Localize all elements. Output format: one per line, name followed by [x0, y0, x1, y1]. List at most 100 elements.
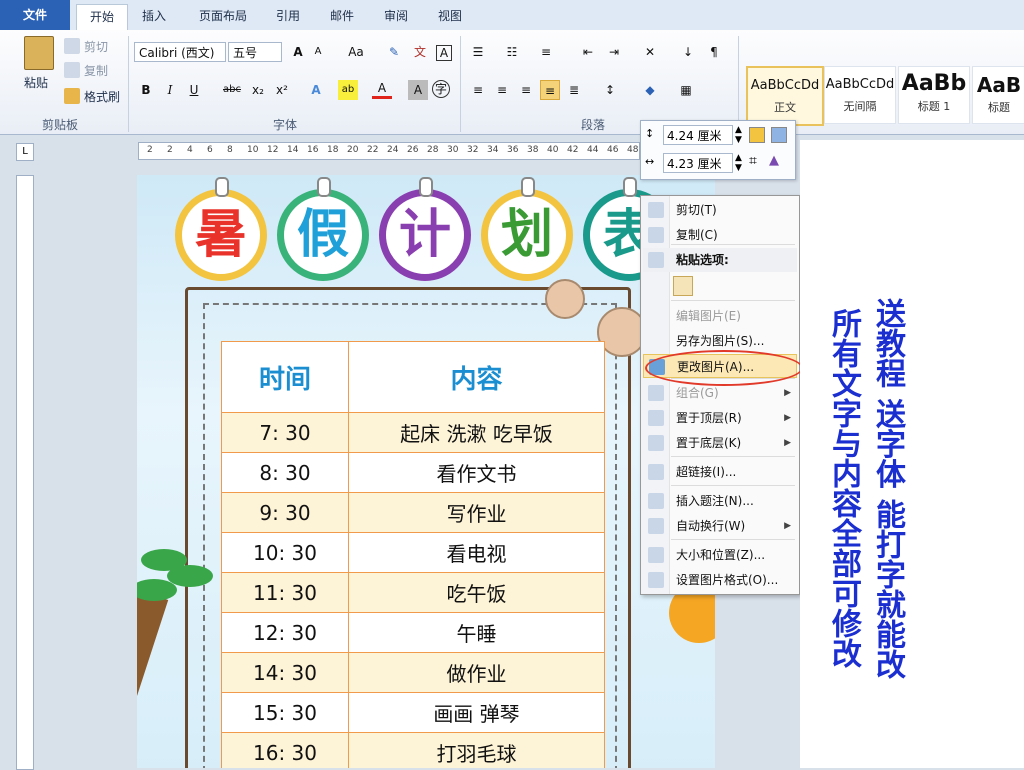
title-char[interactable]: 暑 — [175, 189, 267, 281]
table-row[interactable]: 14: 30 做作业 — [221, 652, 605, 693]
paste-icon[interactable] — [24, 36, 54, 70]
menu-item[interactable]: 编辑图片(E) — [643, 304, 797, 328]
font-size-combo[interactable]: 五号 — [228, 42, 282, 62]
borders-icon[interactable]: ▦ — [676, 80, 696, 100]
align-right-icon[interactable]: ≡ — [516, 80, 536, 100]
cut-button[interactable]: 剪切 — [84, 38, 108, 55]
copy-icon — [64, 62, 80, 78]
paste-keep-format-icon[interactable] — [673, 276, 693, 296]
underline-button[interactable]: U — [184, 80, 204, 100]
menu-item[interactable]: 自动换行(W) ▶ — [643, 514, 797, 538]
char-border-icon[interactable]: A — [436, 45, 452, 61]
menu-item[interactable]: 组合(G) ▶ — [643, 381, 797, 405]
increase-indent-icon[interactable]: ⇥ — [604, 42, 624, 62]
activity-cell: 午睡 — [348, 612, 605, 653]
shrink-font-icon[interactable]: A — [308, 42, 328, 62]
menu-item[interactable]: 大小和位置(Z)... — [643, 543, 797, 567]
tab-file[interactable]: 文件 — [0, 0, 70, 30]
width-spinner-icon[interactable]: ▲ ▼ — [735, 153, 742, 173]
copy-button[interactable]: 复制 — [84, 62, 108, 79]
time-cell: 11: 30 — [221, 572, 349, 613]
tab-mailings[interactable]: 邮件 — [320, 4, 364, 28]
align-center-icon[interactable]: ≡ — [492, 80, 512, 100]
style-normal[interactable]: AaBbCcDd 正文 — [746, 66, 824, 126]
multilevel-list-icon[interactable]: ≡ — [536, 42, 556, 62]
tab-view[interactable]: 视图 — [428, 4, 472, 28]
bullets-icon[interactable]: ☰ — [468, 42, 488, 62]
send-backward-icon[interactable] — [771, 127, 787, 143]
sort-icon[interactable]: ↓ — [678, 42, 698, 62]
table-row[interactable]: 11: 30 吃午饭 — [221, 572, 605, 613]
menu-item[interactable]: 剪切(T) — [643, 198, 797, 222]
subscript-button[interactable]: x₂ — [248, 80, 268, 100]
char-shading-icon[interactable]: A — [408, 80, 428, 100]
schedule-table[interactable]: 时间 内容 7: 30 起床 洗漱 吃早饭 8: 30 看作文书 9: 30 写作业 10:… — [221, 341, 605, 768]
tab-review[interactable]: 审阅 — [374, 4, 418, 28]
clear-format-icon[interactable]: ✎ — [384, 42, 404, 62]
show-marks-icon[interactable]: ¶ — [704, 42, 724, 62]
italic-button[interactable]: I — [160, 80, 180, 100]
text-effects-icon[interactable]: A — [306, 80, 326, 100]
style-title[interactable]: AaB 标题 — [972, 66, 1024, 124]
menu-item[interactable]: 插入题注(N)... — [643, 489, 797, 513]
justify-icon[interactable]: ≡ — [540, 80, 560, 100]
tab-insert[interactable]: 插入 — [132, 4, 176, 28]
menu-item-label: 超链接(I)... — [676, 465, 737, 479]
title-char[interactable]: 假 — [277, 189, 369, 281]
paste-icon — [648, 252, 664, 268]
style-no-spacing[interactable]: AaBbCcDd 无间隔 — [824, 66, 896, 124]
bring-forward-icon[interactable] — [749, 127, 765, 143]
height-input[interactable]: 4.24 厘米 — [663, 125, 733, 145]
enclose-char-icon[interactable]: 字 — [432, 80, 450, 98]
menu-item[interactable]: 设置图片格式(O)... — [643, 568, 797, 592]
line-spacing-icon[interactable]: ↕ — [600, 80, 620, 100]
tab-references[interactable]: 引用 — [266, 4, 310, 28]
table-row[interactable]: 9: 30 写作业 — [221, 492, 605, 533]
width-input[interactable]: 4.23 厘米 — [663, 153, 733, 173]
document-page[interactable]: 暑 假 计 划 表 时间 内容 7: 30 起床 洗漱 吃早饭 8: 30 看作文书 9… — [137, 175, 715, 768]
table-row[interactable]: 8: 30 看作文书 — [221, 452, 605, 493]
title-char[interactable]: 划 — [481, 189, 573, 281]
ruler-number: 4 — [187, 145, 193, 155]
table-row[interactable]: 15: 30 画画 弹琴 — [221, 692, 605, 733]
crop-icon[interactable]: ⌗ — [749, 153, 757, 169]
height-spinner-icon[interactable]: ▲ ▼ — [735, 125, 742, 145]
change-case-icon[interactable]: Aa — [342, 42, 370, 62]
menu-item[interactable]: 置于顶层(R) ▶ — [643, 406, 797, 430]
bold-button[interactable]: B — [136, 80, 156, 100]
decrease-indent-icon[interactable]: ⇤ — [578, 42, 598, 62]
tab-selector-icon[interactable]: L — [16, 143, 34, 161]
table-row[interactable]: 12: 30 午睡 — [221, 612, 605, 653]
paste-button[interactable]: 粘贴 — [24, 74, 48, 91]
highlight-icon[interactable]: ab — [338, 80, 358, 100]
menu-item[interactable]: 超链接(I)... — [643, 460, 797, 484]
style-name: 无间隔 — [843, 100, 877, 113]
shading-icon[interactable]: ◆ — [640, 80, 660, 100]
tab-home[interactable]: 开始 — [76, 4, 128, 31]
title-char[interactable]: 计 — [379, 189, 471, 281]
tab-page-layout[interactable]: 页面布局 — [186, 4, 260, 28]
ruler-number: 28 — [427, 145, 439, 155]
font-name-combo[interactable]: Calibri (西文) — [134, 42, 226, 62]
horizontal-ruler[interactable]: 2 2 4 6 8 10 12 14 16 18 20 22 24 26 28 30 32 34 36 38 40 42 4… — [138, 142, 640, 160]
distributed-icon[interactable]: ≣ — [564, 80, 584, 100]
format-painter-button[interactable]: 格式刷 — [84, 88, 120, 105]
wrap-text-icon[interactable]: ▲ — [769, 153, 779, 168]
table-row[interactable]: 16: 30 打羽毛球 — [221, 732, 605, 768]
menu-item[interactable]: 复制(C) — [643, 223, 797, 247]
font-color-icon[interactable]: A — [372, 80, 392, 99]
table-row[interactable]: 10: 30 看电视 — [221, 532, 605, 573]
superscript-button[interactable]: x² — [272, 80, 292, 100]
phonetic-guide-icon[interactable]: 文 — [410, 42, 430, 62]
chinese-layout-icon[interactable]: ✕ — [640, 42, 660, 62]
table-row[interactable]: 7: 30 起床 洗漱 吃早饭 — [221, 412, 605, 453]
menu-item[interactable]: 更改图片(A)... — [643, 354, 797, 378]
strikethrough-button[interactable]: abc — [218, 80, 246, 100]
menu-item[interactable]: 置于底层(K) ▶ — [643, 431, 797, 455]
style-heading-1[interactable]: AaBb 标题 1 — [898, 66, 970, 124]
vertical-ruler[interactable] — [16, 175, 34, 770]
numbering-icon[interactable]: ☷ — [502, 42, 522, 62]
menu-item[interactable]: 另存为图片(S)... — [643, 329, 797, 353]
grow-font-icon[interactable]: A — [288, 42, 308, 62]
align-left-icon[interactable]: ≡ — [468, 80, 488, 100]
